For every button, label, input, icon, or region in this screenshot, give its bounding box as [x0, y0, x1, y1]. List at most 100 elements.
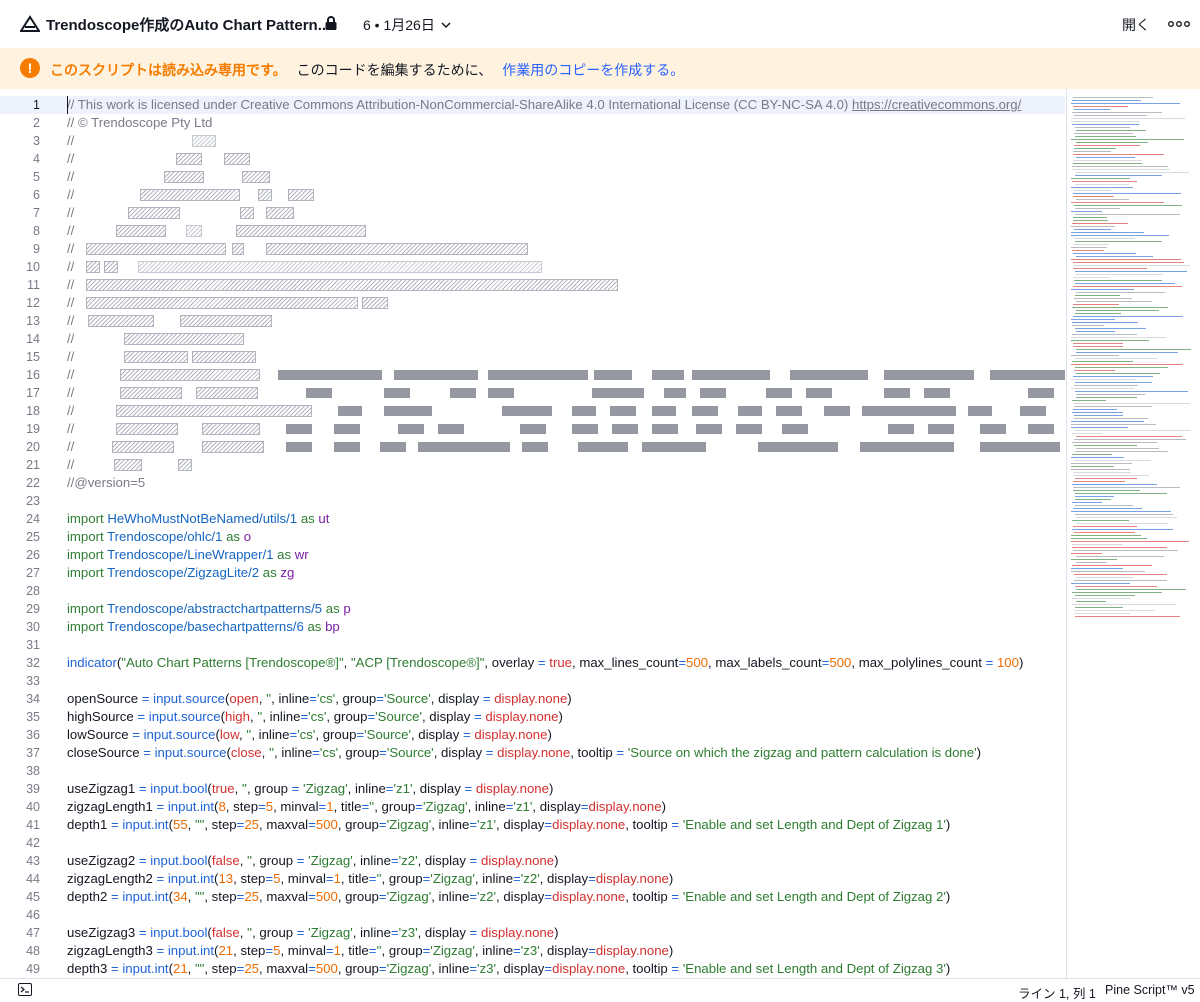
ascii-art-block	[860, 442, 954, 452]
code-text: depth2 = input.int(34, "", step=25, maxv…	[67, 889, 951, 904]
code-line[interactable]: 33	[0, 672, 1065, 690]
code-line[interactable]: 17 //	[0, 384, 1065, 402]
minimap-line	[1073, 220, 1108, 221]
ascii-art-block	[806, 388, 832, 398]
minimap-line	[1076, 157, 1135, 158]
code-line[interactable]: 14 //	[0, 330, 1065, 348]
code-text: useZigzag1 = input.bool(true, '', group …	[67, 781, 554, 796]
terminal-icon[interactable]	[18, 983, 32, 996]
code-text: closeSource = input.source(close, '', in…	[67, 745, 982, 760]
code-line[interactable]: 32 indicator("Auto Chart Patterns [Trendo…	[0, 654, 1065, 672]
ascii-art-block	[124, 351, 188, 363]
minimap-line	[1075, 241, 1162, 242]
code-line[interactable]: 47 useZigzag3 = input.bool(false, '', gro…	[0, 924, 1065, 942]
code-line[interactable]: 45 depth2 = input.int(34, "", step=25, ma…	[0, 888, 1065, 906]
minimap-line	[1072, 124, 1139, 125]
code-line[interactable]: 22 //@version=5	[0, 474, 1065, 492]
open-button[interactable]: 開く	[1122, 15, 1150, 35]
line-number: 7	[33, 206, 40, 220]
code-line[interactable]: 42	[0, 834, 1065, 852]
code-line[interactable]: 28	[0, 582, 1065, 600]
language-label[interactable]: Pine Script™ v5	[1105, 983, 1195, 997]
ascii-art-block	[242, 171, 270, 183]
code-line[interactable]: 2 // © Trendoscope Pty Ltd	[0, 114, 1065, 132]
ascii-art-block	[488, 370, 588, 380]
code-line[interactable]: 6 //	[0, 186, 1065, 204]
code-line[interactable]: 29 import Trendoscope/abstractchartpatter…	[0, 600, 1065, 618]
code-line[interactable]: 7 //	[0, 204, 1065, 222]
more-options-icon[interactable]	[1168, 20, 1190, 28]
ascii-art-block	[266, 207, 294, 219]
minimap-line	[1071, 139, 1184, 140]
code-line[interactable]: 12 //	[0, 294, 1065, 312]
code-line[interactable]: 27 import Trendoscope/ZigzagLite/2 as zg	[0, 564, 1065, 582]
code-line[interactable]: 18 //	[0, 402, 1065, 420]
code-line[interactable]: 11 //	[0, 276, 1065, 294]
code-line[interactable]: 10 //	[0, 258, 1065, 276]
minimap-line	[1076, 256, 1153, 257]
code-line[interactable]: 3 //	[0, 132, 1065, 150]
code-line[interactable]: 48 zigzagLength3 = input.int(21, step=5, …	[0, 942, 1065, 960]
app-logo-icon[interactable]	[20, 15, 40, 33]
code-line[interactable]: 21 //	[0, 456, 1065, 474]
code-line[interactable]: 20 //	[0, 438, 1065, 456]
minimap-line	[1075, 271, 1187, 272]
minimap-line	[1071, 118, 1185, 119]
line-number: 42	[26, 836, 40, 850]
minimap-line	[1076, 199, 1129, 200]
code-line[interactable]: 5 //	[0, 168, 1065, 186]
line-number: 30	[26, 620, 40, 634]
code-line[interactable]: 46	[0, 906, 1065, 924]
code-line[interactable]: 38	[0, 762, 1065, 780]
code-line[interactable]: 16 //	[0, 366, 1065, 384]
code-line[interactable]: 23	[0, 492, 1065, 510]
code-line[interactable]: 44 zigzagLength2 = input.int(13, step=5, …	[0, 870, 1065, 888]
code-line[interactable]: 39 useZigzag1 = input.bool(true, '', grou…	[0, 780, 1065, 798]
code-line[interactable]: 43 useZigzag2 = input.bool(false, '', gro…	[0, 852, 1065, 870]
code-editor[interactable]: 1 // This work is licensed under Creative…	[0, 96, 1065, 978]
code-line[interactable]: 15 //	[0, 348, 1065, 366]
code-line[interactable]: 19 //	[0, 420, 1065, 438]
ascii-art-block	[380, 442, 406, 452]
code-line[interactable]: 41 depth1 = input.int(55, "", step=25, ma…	[0, 816, 1065, 834]
code-line[interactable]: 1 // This work is licensed under Creative…	[0, 96, 1065, 114]
minimap-line	[1074, 439, 1186, 440]
code-line[interactable]: 31	[0, 636, 1065, 654]
code-line[interactable]: 34 openSource = input.source(open, '', in…	[0, 690, 1065, 708]
ascii-art-block	[696, 424, 722, 434]
code-line[interactable]: 9 //	[0, 240, 1065, 258]
code-line[interactable]: 8 //	[0, 222, 1065, 240]
lock-icon	[325, 16, 337, 30]
code-line[interactable]: 4 //	[0, 150, 1065, 168]
minimap-line	[1074, 418, 1148, 419]
minimap-line	[1076, 172, 1189, 173]
ascii-art-block	[782, 424, 808, 434]
code-line[interactable]: 37 closeSource = input.source(close, '', …	[0, 744, 1065, 762]
ascii-art-block	[86, 279, 618, 291]
cursor-position: ライン 1, 列 1	[1018, 987, 1096, 1001]
version-dropdown[interactable]: 6 • 1月26日	[363, 15, 451, 35]
code-line[interactable]: 25 import Trendoscope/ohlc/1 as o	[0, 528, 1065, 546]
code-line[interactable]: 13 //	[0, 312, 1065, 330]
line-number: 40	[26, 800, 40, 814]
ascii-art-block	[438, 424, 464, 434]
ascii-art-block	[124, 333, 244, 345]
code-line[interactable]: 26 import Trendoscope/LineWrapper/1 as wr	[0, 546, 1065, 564]
code-line[interactable]: 35 highSource = input.source(high, '', in…	[0, 708, 1065, 726]
code-line[interactable]: 30 import Trendoscope/basechartpatterns/6…	[0, 618, 1065, 636]
minimap-line	[1075, 607, 1123, 608]
code-line[interactable]: 40 zigzagLength1 = input.int(8, step=5, m…	[0, 798, 1065, 816]
minimap-line	[1073, 316, 1183, 317]
minimap-line	[1071, 379, 1136, 380]
code-line[interactable]: 49 depth3 = input.int(21, "", step=25, ma…	[0, 960, 1065, 978]
make-copy-link[interactable]: 作業用のコピーを作成する。	[502, 62, 684, 78]
line-number: 1	[33, 98, 40, 112]
minimap-line	[1071, 466, 1114, 467]
minimap-line	[1073, 481, 1125, 482]
minimap-line	[1076, 562, 1107, 563]
minimap-line	[1073, 409, 1117, 410]
line-number: 47	[26, 926, 40, 940]
minimap[interactable]	[1066, 89, 1200, 978]
code-line[interactable]: 24 import HeWhoMustNotBeNamed/utils/1 as …	[0, 510, 1065, 528]
code-line[interactable]: 36 lowSource = input.source(low, '', inli…	[0, 726, 1065, 744]
